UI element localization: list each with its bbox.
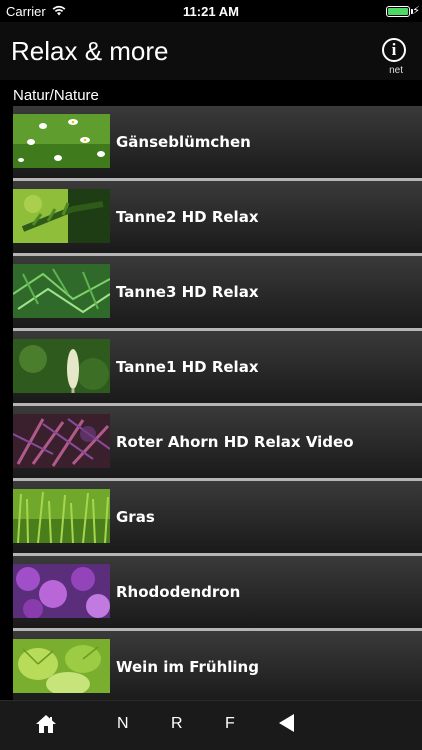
- grass-thumbnail: [13, 489, 110, 543]
- list-item-gaensebluemchen[interactable]: Gänseblümchen: [13, 106, 422, 178]
- list-item-tanne3[interactable]: Tanne3 HD Relax: [13, 256, 422, 328]
- status-time: 11:21 AM: [183, 4, 239, 19]
- page-title: Relax & more: [11, 36, 169, 66]
- list-item-label: Roter Ahorn HD Relax Video: [116, 433, 354, 451]
- list-item-label: Rhododendron: [116, 583, 241, 601]
- tab-bar: N R F: [0, 700, 422, 750]
- list-item-tanne2[interactable]: Tanne2 HD Relax: [13, 181, 422, 253]
- list-item-label: Tanne3 HD Relax: [116, 283, 259, 301]
- battery-icon: [386, 6, 410, 17]
- home-icon[interactable]: [35, 713, 57, 735]
- vine-leaves-thumbnail: [13, 639, 110, 693]
- fir-branch-thumbnail: [13, 189, 110, 243]
- list-item-tanne1[interactable]: Tanne1 HD Relax: [13, 331, 422, 403]
- navigation-bar: Relax & more i net: [0, 22, 422, 80]
- charging-icon: ⚡: [412, 5, 420, 17]
- list-item-label: Tanne1 HD Relax: [116, 358, 259, 376]
- section-header: Natur/Nature: [0, 82, 422, 106]
- list-item-rhododendron[interactable]: Rhododendron: [13, 556, 422, 628]
- status-bar: Carrier 11:21 AM ⚡: [0, 0, 422, 22]
- section-title: Natur/Nature: [13, 87, 99, 104]
- list-item-label: Gras: [116, 508, 155, 526]
- tab-n[interactable]: N: [117, 715, 129, 733]
- info-icon[interactable]: i: [382, 38, 406, 62]
- daisies-thumbnail: [13, 114, 110, 168]
- back-triangle-icon[interactable]: [279, 714, 295, 732]
- info-caption: net: [389, 65, 403, 76]
- list-item-label: Wein im Frühling: [116, 658, 259, 676]
- list-item-label: Tanne2 HD Relax: [116, 208, 259, 226]
- list-item-label: Gänseblümchen: [116, 133, 251, 151]
- list-item-gras[interactable]: Gras: [13, 481, 422, 553]
- fir-needles-thumbnail: [13, 264, 110, 318]
- fir-bud-thumbnail: [13, 339, 110, 393]
- list-item-roter-ahorn[interactable]: Roter Ahorn HD Relax Video: [13, 406, 422, 478]
- red-maple-thumbnail: [13, 414, 110, 468]
- rhododendron-thumbnail: [13, 564, 110, 618]
- tab-r[interactable]: R: [171, 715, 183, 733]
- tab-f[interactable]: F: [225, 715, 235, 733]
- list-item-wein[interactable]: Wein im Frühling: [13, 631, 422, 703]
